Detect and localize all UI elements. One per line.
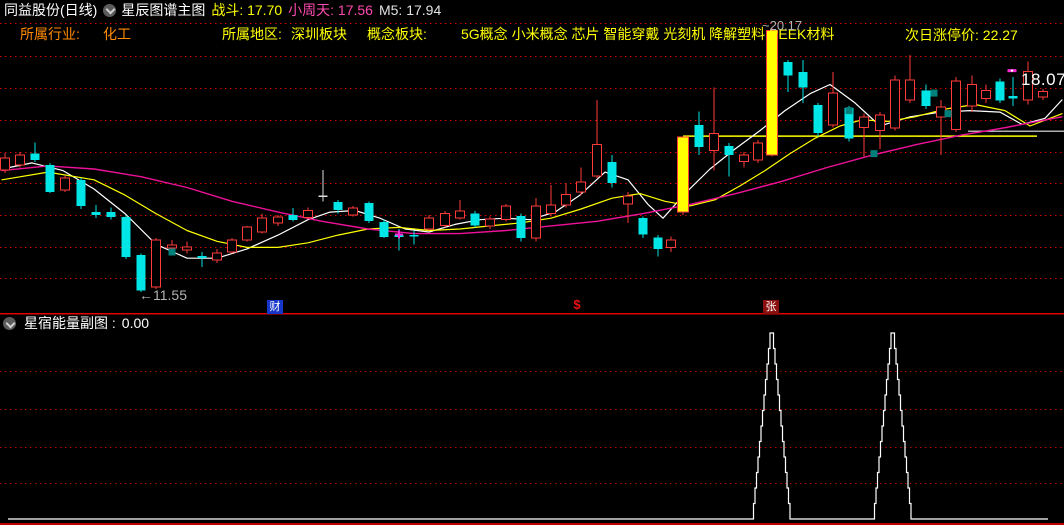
low-annotation: ←11.55 xyxy=(139,287,187,303)
stock-title: 同益股份(日线) xyxy=(4,2,98,18)
watermark-cai: 财 xyxy=(267,300,283,314)
indicator-field-m5: M5: 17.94 xyxy=(378,2,442,18)
area-label: 所属地区: xyxy=(222,26,282,42)
chevron-down-icon[interactable] xyxy=(103,3,117,17)
candlestick-chart-canvas[interactable] xyxy=(0,0,1064,525)
indicator-field-xiaozhoutian: 小周天: 17.56 xyxy=(288,2,373,18)
indicator-field-zhandou: 战斗: 17.70 xyxy=(211,2,283,18)
sub-indicator-header: 星宿能量副图 : 0.00 xyxy=(24,315,149,331)
industry-label: 所属行业: xyxy=(20,26,80,42)
sub-indicator-value: 0.00 xyxy=(121,315,150,331)
concept-label: 概念板块: xyxy=(367,26,427,42)
watermark-zhang: 张 xyxy=(763,300,779,314)
main-chart-header: 同益股份(日线) 星辰图谱主图 战斗: 17.70 小周天: 17.56 M5:… xyxy=(4,2,447,18)
trading-app-window: 同益股份(日线) 星辰图谱主图 战斗: 17.70 小周天: 17.56 M5:… xyxy=(0,0,1064,525)
sub-chevron-down-icon[interactable] xyxy=(3,317,16,330)
high-annotation: ~20.17 xyxy=(762,18,803,33)
chevron-glyph xyxy=(105,4,116,15)
industry-value: 化工 xyxy=(103,26,131,42)
last-price-label: 18.070 xyxy=(1021,70,1064,89)
main-indicator-name: 星辰图谱主图 xyxy=(121,2,206,18)
sub-chevron-glyph xyxy=(5,318,15,328)
next-limit-up-price: 次日涨停价: 22.27 xyxy=(905,27,1018,43)
watermark-dollar: $ xyxy=(573,297,581,312)
area-value: 深圳板块 xyxy=(291,26,347,42)
sub-indicator-name: 星宿能量副图 : xyxy=(24,315,116,331)
